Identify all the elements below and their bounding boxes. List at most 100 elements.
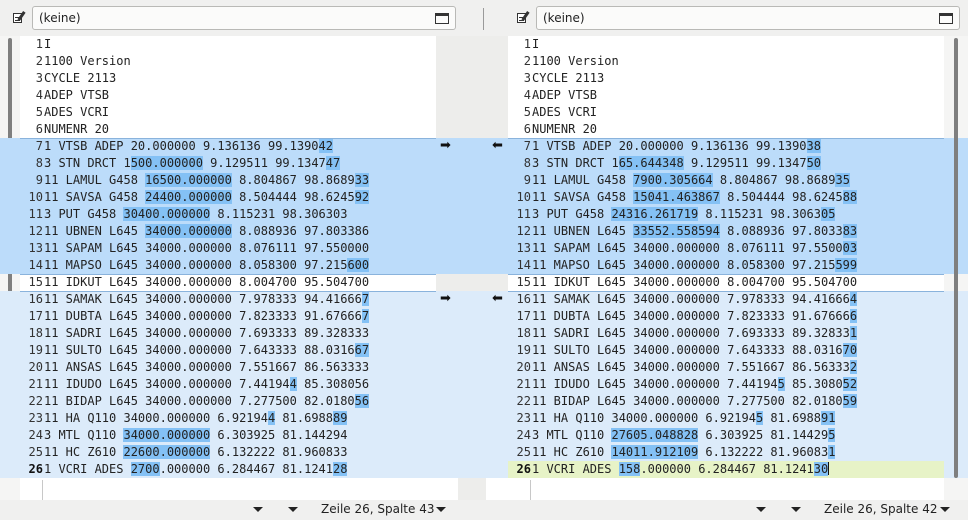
text-segment: 3 STN DRCT 1 [44, 156, 131, 170]
code-line[interactable]: 24 3 MTL Q110 34000.000000 6.303925 81.14… [20, 427, 436, 444]
copy-left-arrow-icon[interactable]: ⬅ [492, 292, 503, 305]
text-segment: 11 SAPAM L645 34000.000000 8.076111 97.5… [532, 241, 843, 255]
diff-block-border [20, 274, 436, 275]
edit-file-icon[interactable] [12, 11, 26, 25]
line-number: 10 [28, 190, 43, 204]
code-line[interactable]: 22 11 BIDAP L645 34000.000000 7.277500 82… [508, 393, 944, 410]
code-line[interactable]: 2 1100 Version [20, 53, 436, 70]
text-segment: 11 SADRI L645 34000.000000 7.693333 89.3… [44, 326, 370, 340]
chevron-down-icon[interactable] [940, 507, 950, 512]
left-overview-strip[interactable] [0, 36, 20, 500]
code-line[interactable]: 25 11 HC Z610 22600.000000 6.132222 81.96… [20, 444, 436, 461]
code-line[interactable]: 20 11 ANSAS L645 34000.000000 7.551667 86… [508, 359, 944, 376]
copy-right-arrow-icon[interactable]: ➡ [440, 292, 451, 305]
code-line[interactable]: 3 CYCLE 2113 [508, 70, 944, 87]
code-line[interactable]: 17 11 DUBTA L645 34000.000000 7.823333 91… [20, 308, 436, 325]
code-line[interactable]: 11 3 PUT G458 24316.261719 8.115231 98.30… [508, 206, 944, 223]
code-line[interactable]: 10 11 SAVSA G458 15041.463867 8.504444 98… [508, 189, 944, 206]
code-line[interactable]: 20 11 ANSAS L645 34000.000000 7.551667 86… [20, 359, 436, 376]
code-line[interactable]: 12 11 UBNEN L645 33552.558594 8.088936 97… [508, 223, 944, 240]
code-line[interactable]: 26 1 VCRI ADES 2700.000000 6.284467 81.12… [20, 461, 436, 478]
code-line[interactable]: 14 11 MAPSO L645 34000.000000 8.058300 97… [20, 257, 436, 274]
code-line[interactable]: 15 11 IDKUT L645 34000.000000 8.004700 95… [508, 274, 944, 291]
code-line[interactable]: 3 CYCLE 2113 [20, 70, 436, 87]
chevron-down-icon[interactable] [756, 507, 766, 512]
code-line[interactable]: 4 ADEP VTSB [508, 87, 944, 104]
code-line[interactable]: 1I [20, 36, 436, 53]
line-number: 10 [516, 190, 531, 204]
line-text: 11 DUBTA L645 34000.000000 7.823333 91.6… [44, 308, 436, 325]
line-number: 16 [516, 292, 531, 306]
right-overview-strip[interactable] [944, 36, 968, 500]
code-line[interactable]: 18 11 SADRI L645 34000.000000 7.693333 89… [20, 325, 436, 342]
line-number: 12 [516, 224, 531, 238]
chevron-down-icon[interactable] [436, 507, 446, 512]
code-line[interactable]: 1I [508, 36, 944, 53]
diff-highlight: 67 [354, 343, 370, 357]
code-line[interactable]: 21 11 IDUDO L645 34000.000000 7.441944 85… [20, 376, 436, 393]
code-line[interactable]: 15 11 IDKUT L645 34000.000000 8.004700 95… [20, 274, 436, 291]
open-folder-icon[interactable] [939, 12, 953, 24]
edit-file-icon[interactable] [516, 11, 530, 25]
code-line[interactable]: 71 VTSB ADEP 20.000000 9.136136 99.13903… [508, 138, 944, 155]
code-line[interactable]: 13 11 SAPAM L645 34000.000000 8.076111 97… [20, 240, 436, 257]
diff-link-map[interactable]: ➡ ⬅ ➡ ⬅ [436, 36, 508, 500]
code-line[interactable]: 4 ADEP VTSB [20, 87, 436, 104]
code-line[interactable]: 6 NUMENR 20 [20, 121, 436, 138]
code-line[interactable]: 19 11 SULTO L645 34000.000000 7.643333 88… [508, 342, 944, 359]
code-line[interactable]: 12 11 UBNEN L645 34000.000000 8.088936 97… [20, 223, 436, 240]
copy-left-arrow-icon[interactable]: ⬅ [492, 139, 503, 152]
text-segment: 11 SAMAK L645 34000.000000 7.978333 94.4… [532, 292, 850, 306]
code-line[interactable]: 25 11 HC Z610 14011.912109 6.132222 81.96… [508, 444, 944, 461]
open-folder-icon[interactable] [435, 12, 449, 24]
line-text: 3 PUT G458 30400.000000 8.115231 98.3063… [44, 206, 436, 223]
code-line[interactable]: 2 1100 Version [508, 53, 944, 70]
right-file-selector[interactable]: (keine) [536, 6, 960, 30]
diff-block-border [508, 291, 944, 292]
code-line[interactable]: 24 3 MTL Q110 27605.048828 6.303925 81.14… [508, 427, 944, 444]
copy-right-arrow-icon[interactable]: ➡ [440, 139, 451, 152]
code-line[interactable]: 19 11 SULTO L645 34000.000000 7.643333 88… [20, 342, 436, 359]
chevron-down-icon[interactable] [253, 507, 263, 512]
text-segment: 11 UBNEN L645 [44, 224, 146, 238]
diff-highlight: 16500.000000 [145, 173, 232, 187]
chevron-down-icon[interactable] [791, 507, 801, 512]
code-line[interactable]: 5 ADES VCRI [508, 104, 944, 121]
code-line[interactable]: 5 ADES VCRI [20, 104, 436, 121]
diff-highlight: 600 [347, 258, 370, 272]
text-segment: 8.115231 98.306303 [210, 207, 348, 221]
code-line[interactable]: 11 3 PUT G458 30400.000000 8.115231 98.30… [20, 206, 436, 223]
text-segment: 11 LAMUL G458 [44, 173, 146, 187]
code-line[interactable]: 71 VTSB ADEP 20.000000 9.136136 99.13904… [20, 138, 436, 155]
code-line[interactable]: 83 STN DRCT 165.644348 9.129511 99.13475… [508, 155, 944, 172]
code-line[interactable]: 16 11 SAMAK L645 34000.000000 7.978333 94… [20, 291, 436, 308]
code-line[interactable]: 23 11 HA Q110 34000.000000 6.921944 81.69… [20, 410, 436, 427]
diff-highlight: 14011.912109 [611, 445, 699, 459]
code-line[interactable]: 18 11 SADRI L645 34000.000000 7.693333 89… [508, 325, 944, 342]
left-toolbar: (keine) [0, 0, 464, 36]
code-line[interactable]: 9 11 LAMUL G458 7900.305664 8.804867 98.8… [508, 172, 944, 189]
line-number: 7 [35, 139, 43, 153]
line-text: 11 IDKUT L645 34000.000000 8.004700 95.5… [44, 274, 436, 291]
code-line[interactable]: 14 11 MAPSO L645 34000.000000 8.058300 97… [508, 257, 944, 274]
left-file-selector[interactable]: (keine) [32, 6, 456, 30]
right-editor[interactable]: 1 I 2 1100 Version 3 CYCLE 2113 4 ADEP VTSB 5 ADE… [508, 36, 944, 500]
diff-highlight: 52 [842, 377, 858, 391]
chevron-down-icon[interactable] [288, 507, 298, 512]
code-line[interactable]: 9 11 LAMUL G458 16500.000000 8.804867 98.… [20, 172, 436, 189]
code-line[interactable]: 23 11 HA Q110 34000.000000 6.921945 81.69… [508, 410, 944, 427]
code-line[interactable]: 10 11 SAVSA G458 24400.000000 8.504444 98… [20, 189, 436, 206]
code-line[interactable]: 21 11 IDUDO L645 34000.000000 7.441945 85… [508, 376, 944, 393]
diff-highlight: 599 [835, 258, 858, 272]
code-line[interactable]: 6 NUMENR 20 [508, 121, 944, 138]
code-line[interactable]: 83 STN DRCT 1500.000000 9.129511 99.1347… [20, 155, 436, 172]
right-scrollbar-thumb[interactable] [954, 38, 958, 478]
code-line[interactable]: 22 11 BIDAP L645 34000.000000 7.277500 82… [20, 393, 436, 410]
line-text: ADES VCRI [44, 104, 436, 121]
code-line[interactable]: 17 11 DUBTA L645 34000.000000 7.823333 91… [508, 308, 944, 325]
left-editor[interactable]: 1 I 2 1100 Version 3 CYCLE 2113 4 ADEP VTSB 5 ADE… [20, 36, 436, 500]
code-line[interactable]: 26 1 VCRI ADES 158.000000 6.284467 81.124… [508, 461, 944, 478]
code-line[interactable]: 16 11 SAMAK L645 34000.000000 7.978333 94… [508, 291, 944, 308]
line-text: 1 VTSB ADEP 20.000000 9.136136 99.139038 [532, 138, 944, 155]
code-line[interactable]: 13 11 SAPAM L645 34000.000000 8.076111 97… [508, 240, 944, 257]
